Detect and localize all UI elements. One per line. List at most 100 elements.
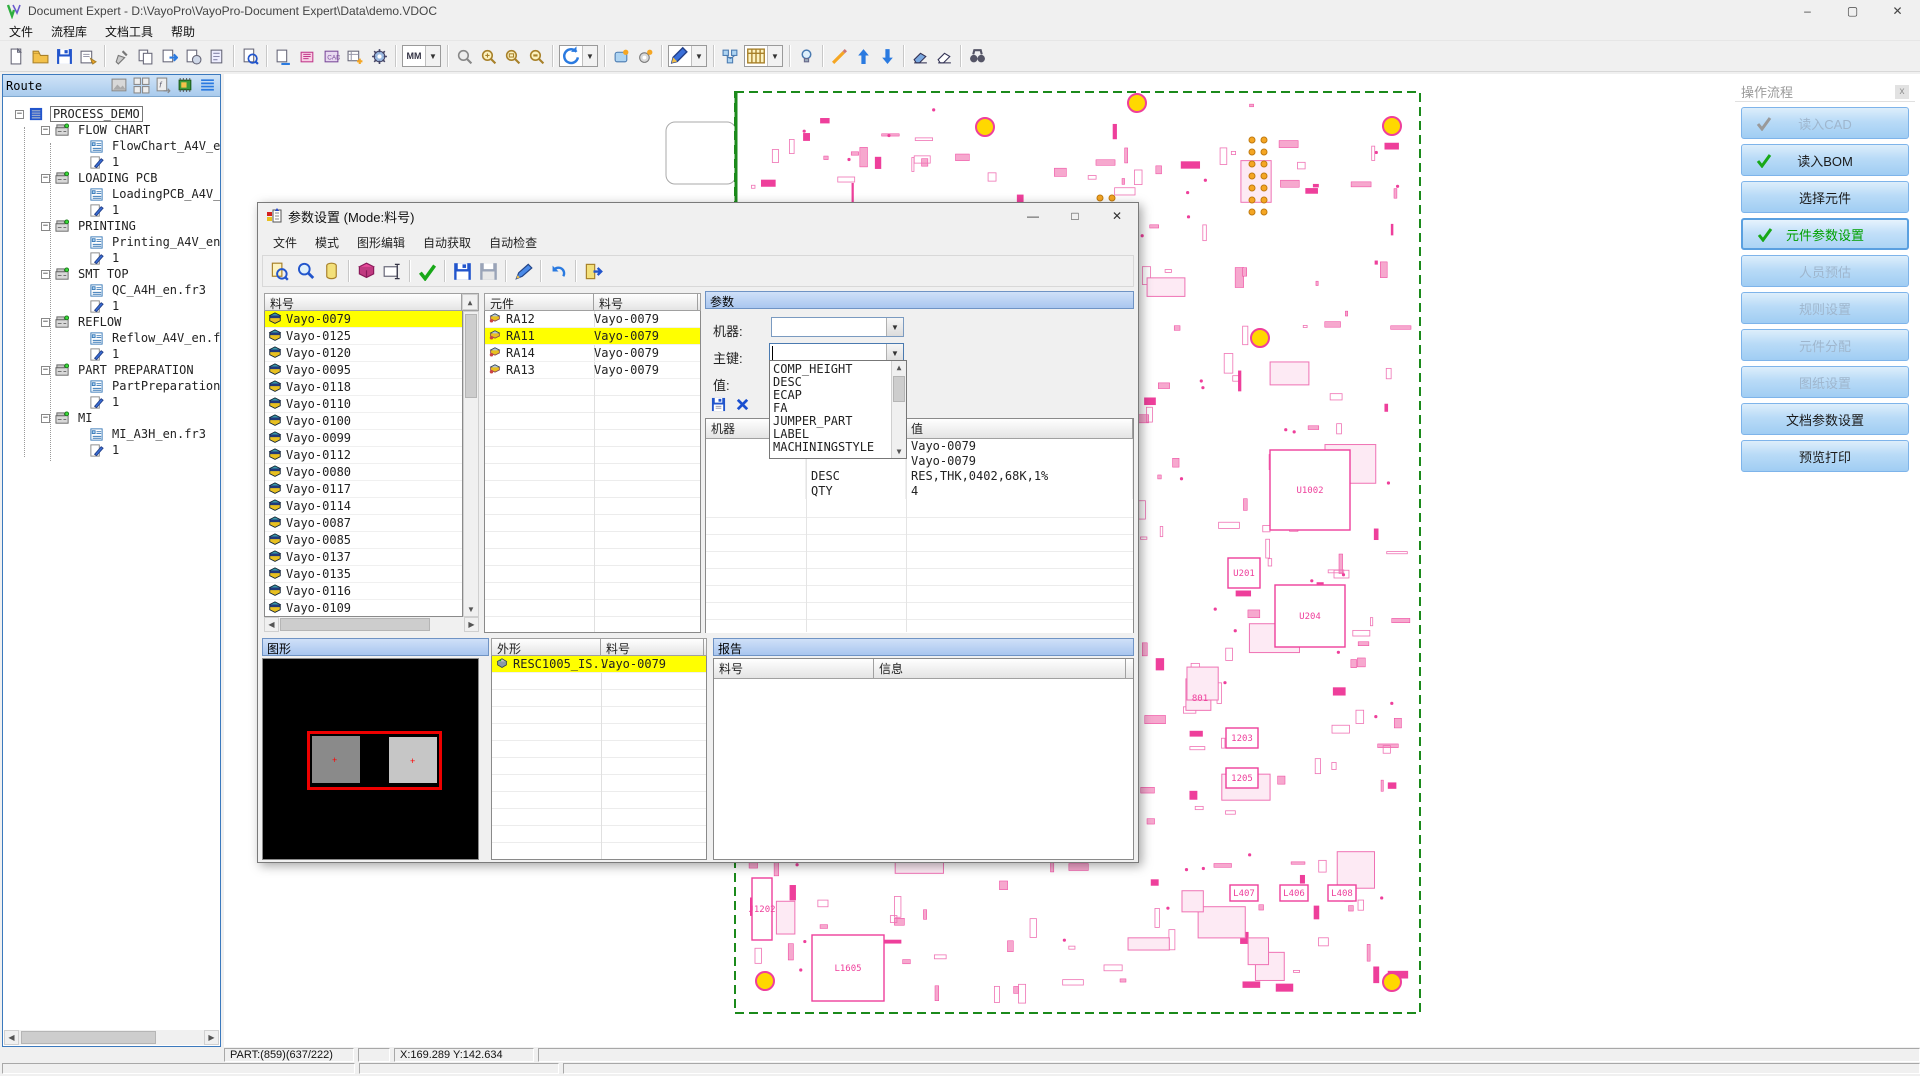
action-panel-close-icon[interactable]: x [1895, 84, 1909, 99]
tree-row[interactable]: QC_A4H_en.fr3 [89, 282, 208, 298]
tree-row[interactable]: − FLOW CHART [41, 122, 152, 138]
brush-combo[interactable]: ▼ [668, 45, 707, 67]
minimize-button[interactable]: – [1785, 0, 1830, 22]
measure-button[interactable] [827, 44, 851, 68]
part-list-row[interactable]: Vayo-0117 [265, 481, 462, 498]
arrow-down-button[interactable] [875, 44, 899, 68]
tree-row[interactable]: FlowChart_A4V_en [89, 138, 220, 154]
cad-import-button[interactable]: CAD [319, 44, 343, 68]
part-list-row[interactable]: Vayo-0114 [265, 498, 462, 515]
menu-item-3[interactable]: 帮助 [162, 22, 204, 41]
action-button-5[interactable]: 人员预估 [1741, 255, 1909, 287]
tree-label[interactable]: LoadingPCB_A4V_e [110, 187, 220, 201]
dialog-undo-button[interactable] [545, 258, 571, 284]
route-quad-button[interactable] [132, 76, 151, 95]
tree-label[interactable]: 1 [110, 299, 121, 313]
dialog-floppy-gray-button[interactable] [475, 258, 501, 284]
action-button-3[interactable]: 选择元件 [1741, 181, 1909, 213]
dialog-menu-item-2[interactable]: 图形编辑 [348, 232, 414, 253]
scroll-thumb[interactable] [280, 618, 430, 631]
tree-label[interactable]: FLOW CHART [76, 123, 152, 137]
MM-combo[interactable]: MM ▼ [402, 45, 441, 67]
tree-label[interactable]: PartPreparation_ [110, 379, 220, 393]
dialog-menu-item-1[interactable]: 模式 [306, 232, 348, 253]
part-list-scroll-up[interactable]: ▲ [462, 294, 478, 310]
action-button-9[interactable]: 文档参数设置 [1741, 403, 1909, 435]
part-list-row[interactable]: Vayo-0079 [265, 311, 462, 328]
new-doc-button[interactable] [4, 44, 28, 68]
dialog-package-button[interactable] [353, 258, 379, 284]
eraser-outline-button[interactable] [932, 44, 956, 68]
action-button-2[interactable]: 读入BOM [1741, 144, 1909, 176]
tree-label[interactable]: Printing_A4V_en. [110, 235, 220, 249]
tree-row[interactable]: − PRINTING [41, 218, 138, 234]
menu-item-1[interactable]: 流程库 [42, 22, 96, 41]
part-list-row[interactable]: Vayo-0100 [265, 413, 462, 430]
shape-row[interactable]: RESC1005_IS... Vayo-0079 [492, 656, 706, 673]
dialog-menu-item-0[interactable]: 文件 [264, 232, 306, 253]
action-button-10[interactable]: 预览打印 [1741, 440, 1909, 472]
tree-expander[interactable]: − [41, 269, 50, 279]
tree-label[interactable]: QC_A4H_en.fr3 [110, 283, 208, 297]
part-list-row[interactable]: Vayo-0125 [265, 328, 462, 345]
route-stamp-button[interactable] [110, 76, 129, 95]
dialog-exit-button[interactable] [580, 258, 606, 284]
delete-param-button[interactable] [733, 395, 751, 413]
copy-button[interactable] [133, 44, 157, 68]
part-list-row[interactable]: Vayo-0116 [265, 583, 462, 600]
dropdown-scroll-up[interactable]: ▲ [892, 361, 906, 374]
route-fdoc-button[interactable]: f [154, 76, 173, 95]
doc-template-button[interactable] [205, 44, 229, 68]
action-button-1[interactable]: 读入CAD [1741, 107, 1909, 139]
part-list-row[interactable]: Vayo-0099 [265, 430, 462, 447]
tree-label[interactable]: 1 [110, 155, 121, 169]
part-list-scroll-down[interactable]: ▼ [464, 602, 478, 616]
tree-label[interactable]: MI [76, 411, 94, 425]
open-folder-button[interactable] [28, 44, 52, 68]
print-preview-button[interactable] [238, 44, 262, 68]
eraser-button[interactable] [908, 44, 932, 68]
tree-expander[interactable]: − [41, 221, 50, 231]
dialog-doc-find-button[interactable] [266, 258, 292, 284]
menu-item-2[interactable]: 文档工具 [96, 22, 162, 41]
tree-label[interactable]: SMT TOP [76, 267, 131, 281]
tree-label[interactable]: 1 [110, 395, 121, 409]
scroll-right-button[interactable]: ▶ [204, 1030, 219, 1045]
scroll-thumb[interactable] [21, 1031, 156, 1044]
tree-label[interactable]: 1 [110, 443, 121, 457]
zoom-out-button[interactable] [452, 44, 476, 68]
part-list-row[interactable]: Vayo-0135 [265, 566, 462, 583]
tree-row[interactable]: 1 [89, 202, 121, 218]
scroll-right-button[interactable]: ▶ [464, 617, 479, 632]
tree-row[interactable]: Reflow_A4V_en.fr [89, 330, 220, 346]
component-row[interactable]: RA12 Vayo-0079 [485, 311, 700, 328]
column-header[interactable]: 料号 [594, 294, 698, 310]
component-row[interactable]: RA13 Vayo-0079 [485, 362, 700, 379]
action-button-7[interactable]: 元件分配 [1741, 329, 1909, 361]
part-list-row[interactable]: Vayo-0085 [265, 532, 462, 549]
zoom-region-button[interactable] [500, 44, 524, 68]
scroll-thumb[interactable] [465, 314, 477, 398]
tree-row[interactable]: − REFLOW [41, 314, 123, 330]
part-list-vscrollbar[interactable]: ▼ [463, 311, 479, 617]
column-header[interactable]: 元件 [485, 294, 594, 310]
dialog-maximize-button[interactable]: □ [1054, 203, 1096, 229]
column-header[interactable]: 外形 [492, 639, 601, 655]
zoom-fit-button[interactable] [524, 44, 548, 68]
save-button[interactable] [52, 44, 76, 68]
doc-props-button[interactable] [181, 44, 205, 68]
part-list-row[interactable]: Vayo-0112 [265, 447, 462, 464]
part-list-row[interactable]: Vayo-0137 [265, 549, 462, 566]
part-list-row[interactable]: Vayo-0110 [265, 396, 462, 413]
dialog-pencil-blue-button[interactable] [510, 258, 536, 284]
tree-row[interactable]: − SMT TOP [41, 266, 131, 282]
chevron-down-icon[interactable]: ▼ [425, 46, 440, 66]
action-button-8[interactable]: 图纸设置 [1741, 366, 1909, 398]
scroll-left-button[interactable]: ◀ [264, 617, 279, 632]
nodes-button[interactable] [718, 44, 742, 68]
tree-row[interactable]: 1 [89, 442, 121, 458]
save-param-button[interactable] [709, 395, 727, 413]
dialog-menu-item-3[interactable]: 自动获取 [414, 232, 480, 253]
param-row[interactable]: DESC RES,THK,0402,68K,1% [706, 469, 1133, 484]
chevron-down-icon[interactable]: ▼ [767, 46, 782, 66]
